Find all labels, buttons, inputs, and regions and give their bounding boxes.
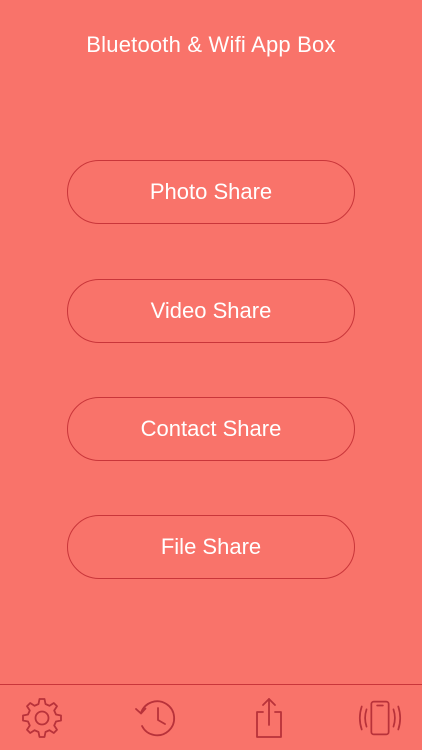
vibrating-phone-icon xyxy=(358,700,402,736)
page-title: Bluetooth & Wifi App Box xyxy=(86,32,336,57)
share-tab[interactable] xyxy=(244,693,294,743)
gear-icon xyxy=(22,698,62,738)
history-icon xyxy=(135,700,176,737)
share-icon xyxy=(256,698,282,738)
bottom-tab-bar xyxy=(0,684,422,750)
contact-share-button[interactable]: Contact Share xyxy=(67,397,355,461)
settings-tab[interactable] xyxy=(17,693,67,743)
photo-share-button[interactable]: Photo Share xyxy=(67,160,355,224)
file-share-button[interactable]: File Share xyxy=(67,515,355,579)
history-tab[interactable] xyxy=(131,693,181,743)
video-share-button[interactable]: Video Share xyxy=(67,279,355,343)
nearby-devices-tab[interactable] xyxy=(355,693,405,743)
